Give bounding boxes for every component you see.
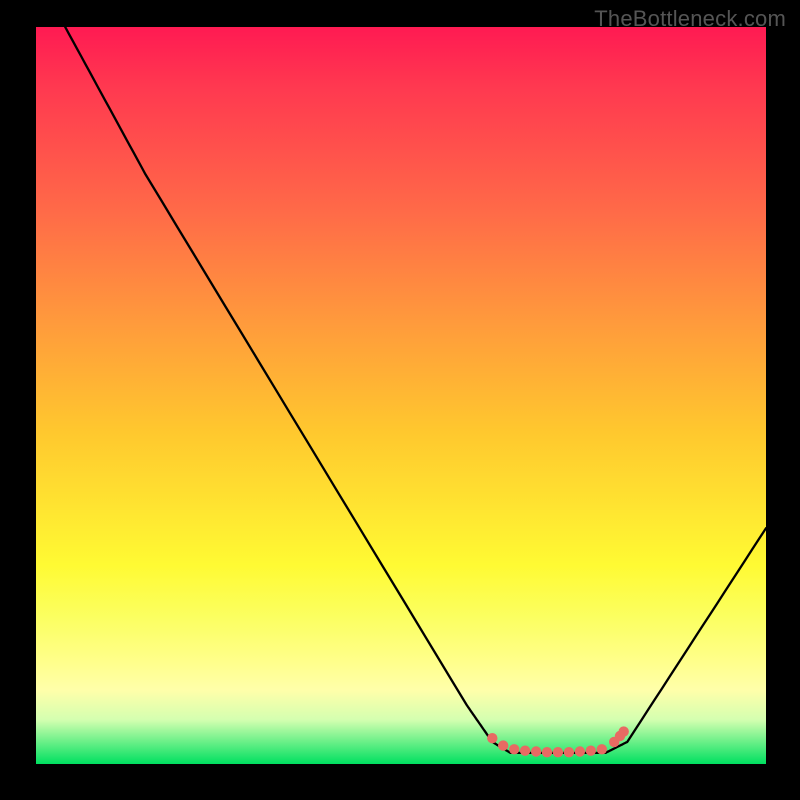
valley-marker xyxy=(542,747,552,757)
bottleneck-curve xyxy=(65,27,766,753)
watermark-text: TheBottleneck.com xyxy=(594,6,786,32)
chart-svg-layer xyxy=(36,27,766,764)
valley-marker xyxy=(531,746,541,756)
valley-marker xyxy=(586,746,596,756)
valley-marker xyxy=(564,747,574,757)
chart-plot-area xyxy=(36,27,766,764)
valley-marker xyxy=(487,733,497,743)
valley-marker xyxy=(597,744,607,754)
valley-marker xyxy=(575,746,585,756)
valley-marker xyxy=(553,747,563,757)
valley-marker xyxy=(619,726,629,736)
valley-marker xyxy=(498,740,508,750)
valley-marker xyxy=(509,744,519,754)
valley-marker xyxy=(520,746,530,756)
